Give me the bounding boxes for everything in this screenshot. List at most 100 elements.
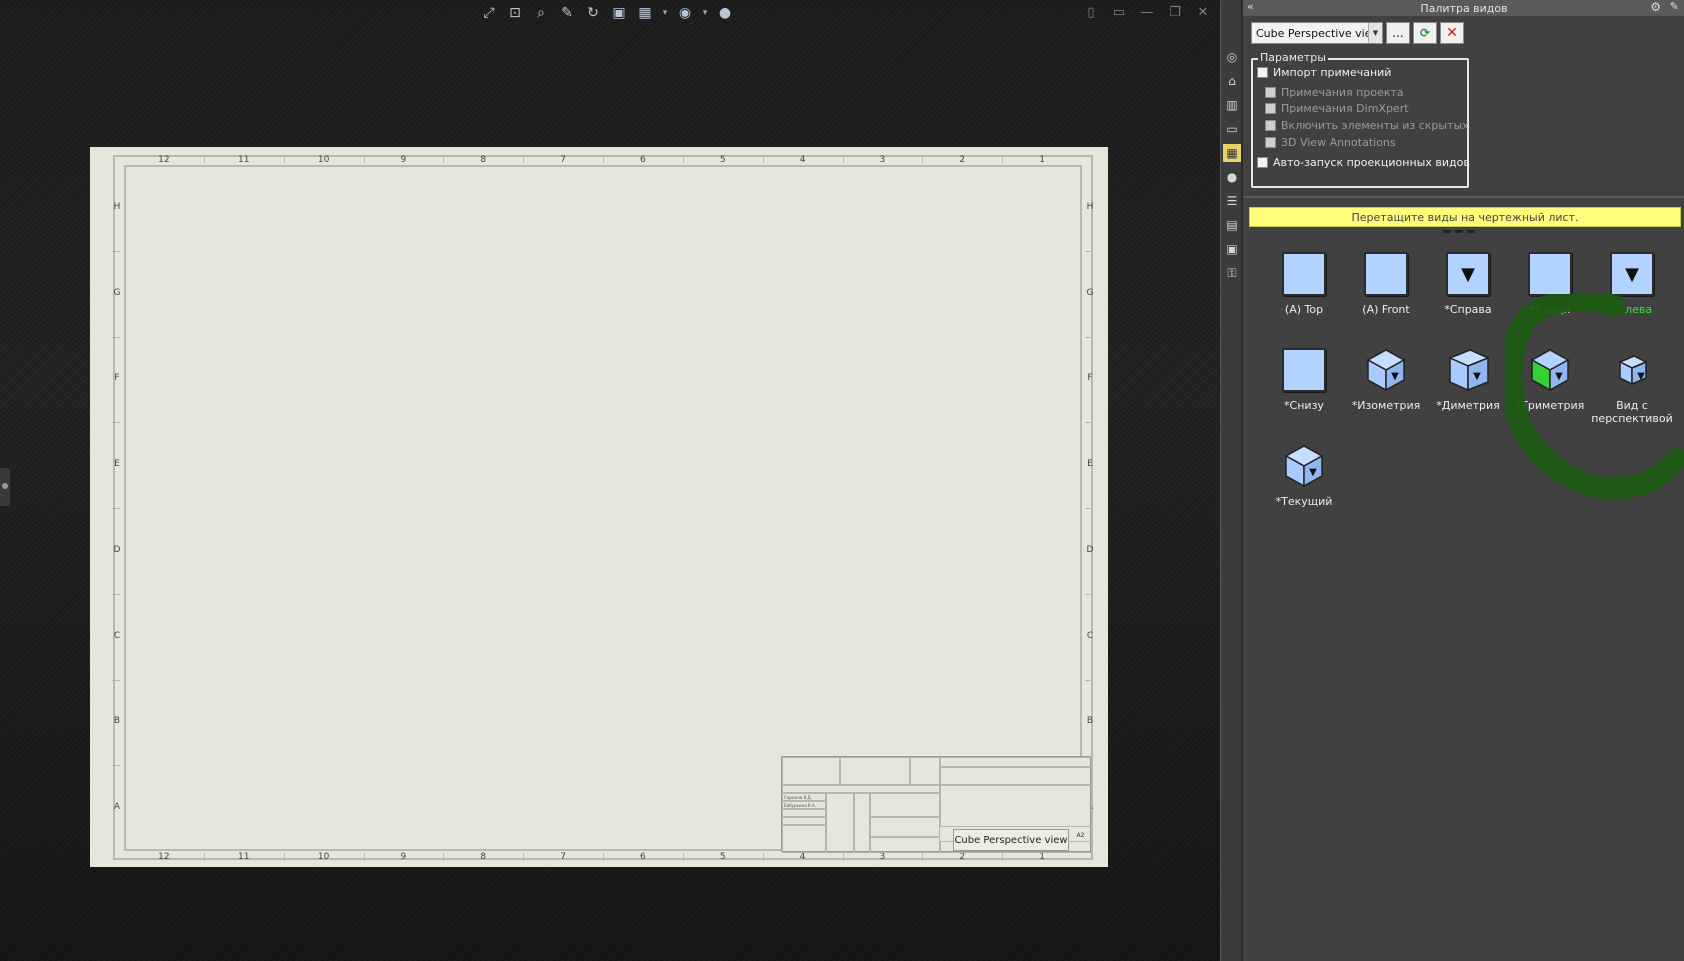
key-icon[interactable]: ⚿ [1223, 264, 1241, 282]
auto-start-projected-checkbox[interactable]: Авто-запуск проекционных видов [1257, 156, 1470, 169]
view-label: (A) Top [1284, 303, 1324, 316]
tile-horizontal-icon[interactable]: ▯ [1082, 4, 1100, 20]
svg-text:▼: ▼ [1473, 371, 1481, 382]
chevron-down-icon[interactable]: ▼ [1368, 23, 1382, 43]
tb-name-checked: Бабуркина В.А. [784, 803, 816, 808]
view-palette-icon[interactable]: ▦ [1223, 144, 1241, 162]
graphics-area[interactable]: ⤢ ⊡ ⌕ ✎ ↻ ▣ ▦ ▾ ◉ ▾ ● ▯ ▭ — ❐ ✕ 12 12 11 11… [0, 0, 1220, 961]
forum-icon[interactable]: ▤ [1223, 216, 1241, 234]
view-thumbnail[interactable]: ▼ [1281, 443, 1327, 489]
view-thumbnail[interactable] [1363, 251, 1409, 297]
collapse-icon[interactable]: « [1247, 0, 1254, 13]
zone-letter-left: H [113, 201, 121, 212]
appearance-icon[interactable]: ● [714, 3, 736, 23]
pin-icon[interactable]: ✎ [1670, 0, 1679, 13]
zone-tick [682, 853, 684, 861]
zone-letter-right: D [1086, 544, 1094, 555]
tb-cell [782, 757, 840, 785]
zone-letter-left: A [113, 802, 121, 813]
model-select[interactable]: Cube Perspective view ▼ [1251, 22, 1383, 44]
view-label: *Текущий [1275, 495, 1333, 508]
restore-icon[interactable]: ❐ [1166, 4, 1184, 20]
checkbox-box [1265, 120, 1276, 131]
view-thumbnail[interactable]: ▼ [1527, 347, 1573, 393]
design-library-icon[interactable]: ▥ [1223, 96, 1241, 114]
view-tile[interactable]: (A) Front [1345, 245, 1427, 337]
params-group: Параметры Импорт примечаний Примечания п… [1251, 51, 1470, 188]
zone-number-bottom: 8 [480, 852, 487, 862]
document-icon[interactable]: ▣ [1223, 240, 1241, 258]
tb-cell [940, 785, 1092, 827]
view-orientation-icon[interactable]: ▣ [608, 3, 630, 23]
view-tile[interactable]: ▼ *Диметрия [1427, 341, 1509, 433]
view-thumbnail[interactable] [1281, 251, 1327, 297]
view-tile[interactable]: *Снизу [1263, 341, 1345, 433]
zone-tick [1002, 853, 1004, 861]
display-style-icon[interactable]: ▦ [634, 3, 656, 23]
tile-vertical-icon[interactable]: ▭ [1110, 4, 1128, 20]
tb-cell [782, 817, 826, 825]
view-tile[interactable]: ▼ *Слева [1591, 245, 1673, 337]
view-thumbnail[interactable] [1527, 251, 1573, 297]
zone-tick [1085, 422, 1093, 424]
view-tile[interactable]: ▼ *Справа [1427, 245, 1509, 337]
view-tile[interactable]: ▼ *Текущий [1263, 437, 1345, 529]
zone-letter-left: G [113, 287, 121, 298]
view-label: *Справа [1444, 303, 1492, 316]
zoom-to-fit-icon[interactable]: ⤢ [478, 3, 500, 23]
refresh-button[interactable]: ⟳ [1413, 22, 1437, 44]
sheet-size: A2 [1076, 831, 1085, 839]
file-explorer-icon[interactable]: ▭ [1223, 120, 1241, 138]
zone-letter-right: H [1086, 201, 1094, 212]
home-icon[interactable]: ⌂ [1223, 72, 1241, 90]
appearances-icon[interactable]: ● [1223, 168, 1241, 186]
zone-number-top: 3 [879, 155, 886, 165]
rotate-icon[interactable]: ↻ [582, 3, 604, 23]
tb-cell [940, 757, 1092, 767]
view-thumbnail[interactable]: ▼ [1609, 347, 1655, 393]
zoom-previous-icon[interactable]: ⌕ [530, 3, 552, 23]
display-style-dropdown-icon[interactable]: ▾ [660, 3, 670, 23]
checkbox-box[interactable] [1257, 157, 1268, 168]
drawing-title: Cube Perspective view [953, 829, 1069, 851]
cube-view-icon: ▼ [1608, 346, 1656, 394]
view-tile[interactable]: (A) Top [1263, 245, 1345, 337]
pan-icon[interactable]: ✎ [556, 3, 578, 23]
clear-button[interactable]: ✕ [1440, 22, 1464, 44]
view-label: *Слева [1611, 303, 1653, 316]
splitter-handle[interactable] [1443, 230, 1475, 233]
gear-icon[interactable]: ⚙ [1650, 0, 1661, 14]
drawing-sheet[interactable]: 12 12 11 11 10 10 9 9 8 8 7 7 6 6 5 5 4 4 3 3 2 2 1 1 H H G G F F E E D D… [90, 147, 1108, 867]
zoom-area-icon[interactable]: ⊡ [504, 3, 526, 23]
solidworks-resources-icon[interactable]: ◎ [1223, 48, 1241, 66]
view-thumbnail[interactable]: ▼ [1445, 251, 1491, 297]
checkbox-label: Авто-запуск проекционных видов [1273, 156, 1470, 169]
close-icon: ✕ [1446, 25, 1458, 41]
view-tile[interactable]: ▼ *Изометрия [1345, 341, 1427, 433]
import-annotations-checkbox[interactable]: Импорт примечаний [1257, 66, 1391, 79]
view-thumbnail[interactable] [1281, 347, 1327, 393]
browse-button[interactable]: ... [1386, 22, 1410, 44]
left-panel-handle[interactable] [0, 468, 10, 506]
custom-properties-icon[interactable]: ☰ [1223, 192, 1241, 210]
view-thumbnail[interactable]: ▼ [1363, 347, 1409, 393]
view-thumbnail[interactable]: ▼ [1609, 251, 1655, 297]
zone-number-bottom: 6 [640, 852, 646, 862]
view-tile[interactable]: ▼ Вид с перспективой [1591, 341, 1673, 433]
hide-show-icon[interactable]: ◉ [674, 3, 696, 23]
zone-tick [363, 853, 365, 861]
view-label: *Изометрия [1351, 399, 1421, 412]
close-icon[interactable]: ✕ [1194, 4, 1212, 20]
view-tile[interactable]: *Сзади [1509, 245, 1591, 337]
separator [1243, 196, 1684, 198]
view-label: (A) Front [1362, 303, 1410, 316]
tb-cell [782, 785, 940, 793]
view-tile[interactable]: ▼ *Триметрия [1509, 341, 1591, 433]
zone-number-top: 7 [560, 155, 566, 165]
checkbox-box[interactable] [1257, 67, 1268, 78]
view-thumbnail[interactable]: ▼ [1445, 347, 1491, 393]
panel-header: « Палитра видов ⚙ ✎ [1243, 0, 1684, 16]
3d-view-annotations-checkbox: 3D View Annotations [1265, 136, 1396, 149]
minimize-icon[interactable]: — [1138, 4, 1156, 20]
hide-show-dropdown-icon[interactable]: ▾ [700, 3, 710, 23]
